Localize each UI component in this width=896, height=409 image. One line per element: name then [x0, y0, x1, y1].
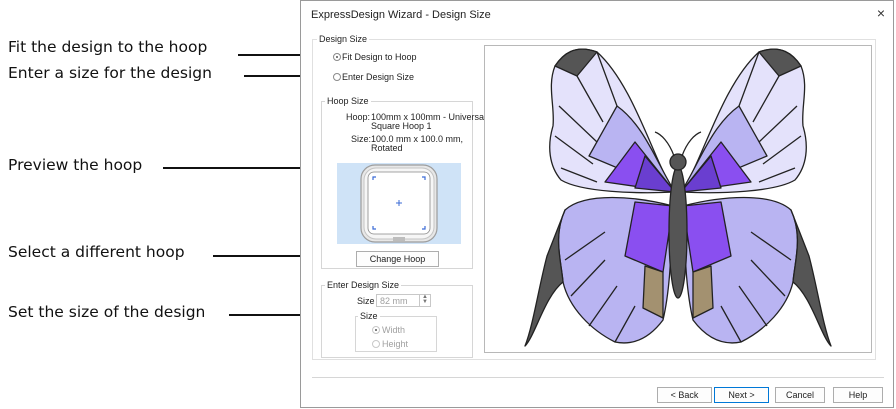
fit-design-label: Fit Design to Hoop [342, 52, 417, 62]
size-field-label: Size [357, 296, 375, 306]
button-separator [312, 377, 884, 378]
hoop-value-line2: Square Hoop 1 [371, 121, 432, 131]
hoop-preview [337, 163, 461, 244]
design-size-group-label: Design Size [317, 34, 370, 44]
stepper-arrows-icon[interactable]: ▲ ▼ [419, 294, 430, 306]
close-icon[interactable]: × [877, 5, 885, 21]
cancel-button[interactable]: Cancel [775, 387, 825, 403]
fit-design-radio[interactable] [333, 53, 341, 61]
back-button[interactable]: < Back [657, 387, 712, 403]
size-field-value: 82 mm [380, 296, 408, 306]
size-subgroup-label: Size [358, 311, 380, 321]
design-preview [484, 45, 872, 353]
callout-enter-size: Enter a size for the design [8, 64, 212, 82]
width-radio[interactable] [372, 326, 380, 334]
enter-design-size-label: Enter Design Size [342, 72, 415, 82]
hoop-graphic-icon [360, 164, 438, 243]
height-radio[interactable] [372, 340, 380, 348]
callout-preview-hoop: Preview the hoop [8, 156, 143, 174]
width-label: Width [382, 325, 406, 335]
enter-design-size-group-label: Enter Design Size [325, 280, 402, 290]
size-label: Size: [351, 134, 372, 144]
next-button[interactable]: Next > [714, 387, 769, 403]
callout-fit-design: Fit the design to the hoop [8, 38, 208, 56]
help-button[interactable]: Help [833, 387, 883, 403]
size-value-line2: Rotated [371, 143, 403, 153]
change-hoop-button[interactable]: Change Hoop [356, 251, 439, 267]
butterfly-design-icon [524, 48, 832, 347]
dialog-title: ExpressDesign Wizard - Design Size [311, 9, 491, 21]
enter-design-size-radio[interactable] [333, 73, 341, 81]
height-label: Height [382, 339, 409, 349]
hoop-label: Hoop: [346, 112, 371, 122]
callout-select-hoop: Select a different hoop [8, 243, 185, 261]
callout-set-size: Set the size of the design [8, 303, 206, 321]
size-stepper[interactable]: 82 mm ▲ ▼ [376, 294, 431, 307]
hoop-size-group-label: Hoop Size [325, 96, 371, 106]
